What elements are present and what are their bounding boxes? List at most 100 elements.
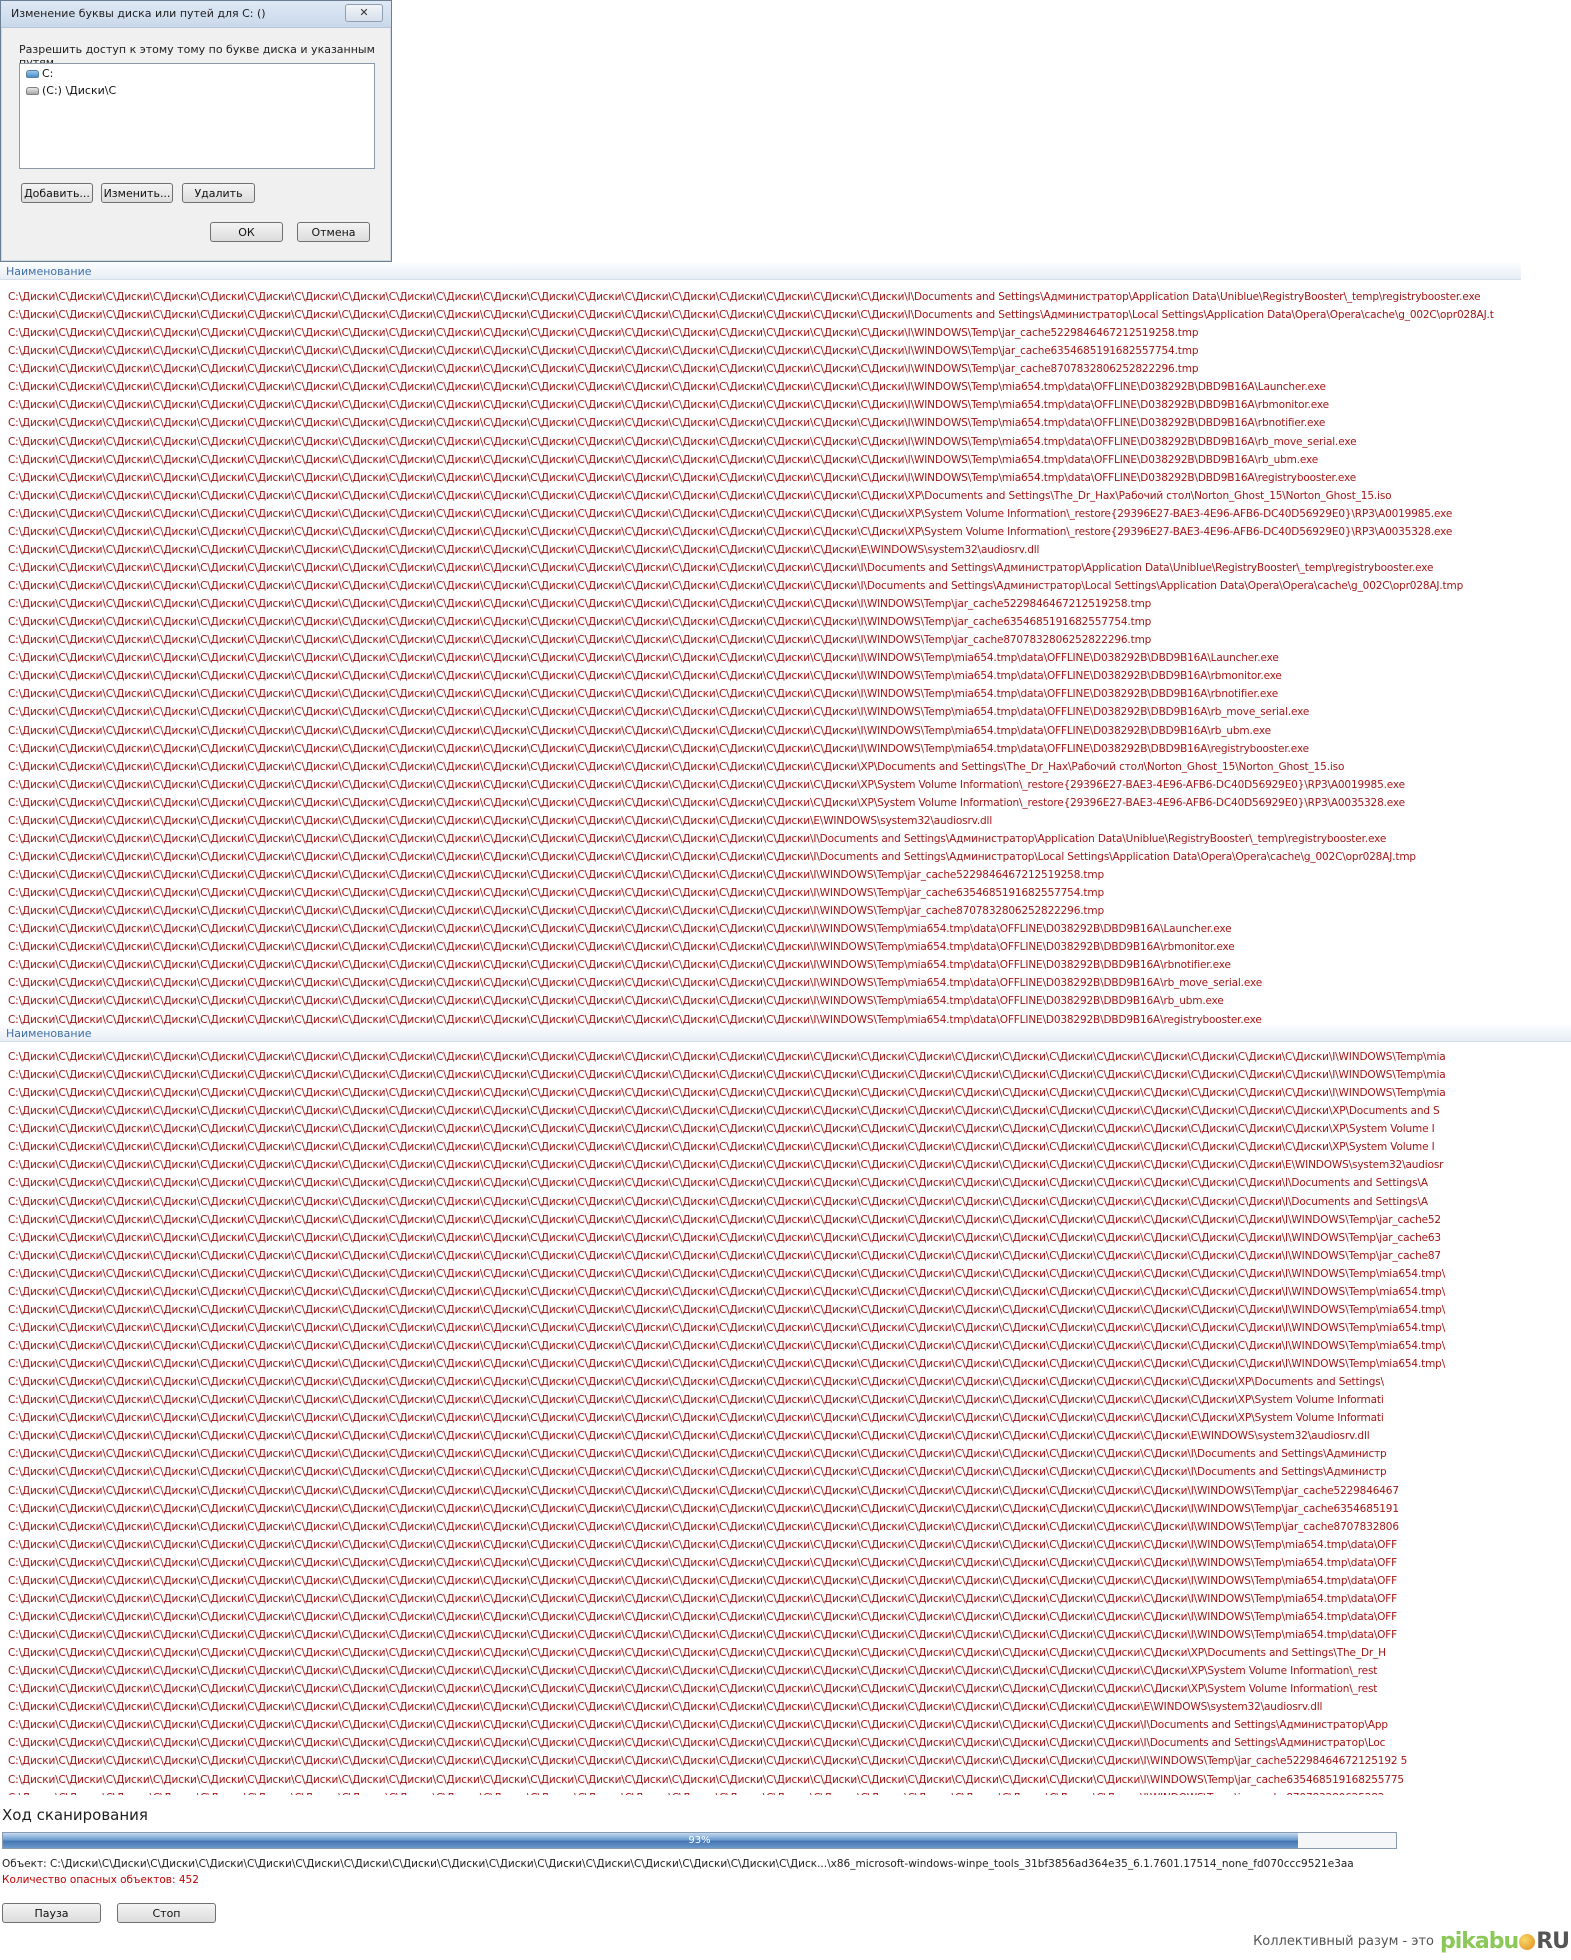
list-item[interactable]: C:\Диски\С\Диски\С\Диски\С\Диски\С\Диски…	[0, 703, 1571, 721]
list-item[interactable]: C:\Диски\С\Диски\С\Диски\С\Диски\С\Диски…	[0, 631, 1571, 649]
list-item[interactable]: C:\Диски\С\Диски\С\Диски\С\Диски\С\Диски…	[0, 1427, 1571, 1445]
list-item[interactable]: C:\Диски\С\Диски\С\Диски\С\Диски\С\Диски…	[0, 505, 1571, 523]
list-item[interactable]: C:\Диски\С\Диски\С\Диски\С\Диски\С\Диски…	[0, 685, 1571, 703]
list-item[interactable]: C:\Диски\С\Диски\С\Диски\С\Диски\С\Диски…	[0, 1120, 1571, 1138]
list-item[interactable]: C:\Диски\С\Диски\С\Диски\С\Диски\С\Диски…	[0, 1662, 1571, 1680]
list-item[interactable]: C:\Диски\С\Диски\С\Диски\С\Диски\С\Диски…	[0, 559, 1571, 577]
list-item[interactable]: C:\Диски\С\Диски\С\Диски\С\Диски\С\Диски…	[0, 1698, 1571, 1716]
list-item[interactable]: C:\Диски\С\Диски\С\Диски\С\Диски\С\Диски…	[0, 722, 1571, 740]
list-item[interactable]: C:\Диски\С\Диски\С\Диски\С\Диски\С\Диски…	[0, 740, 1571, 758]
list-item[interactable]: C:\Диски\С\Диски\С\Диски\С\Диски\С\Диски…	[0, 1066, 1571, 1084]
path-item[interactable]: C:	[20, 66, 374, 81]
list-item[interactable]: C:\Диски\С\Диски\С\Диски\С\Диски\С\Диски…	[0, 541, 1571, 559]
list-item[interactable]: C:\Диски\С\Диски\С\Диски\С\Диски\С\Диски…	[0, 1247, 1571, 1265]
list-item[interactable]: C:\Диски\С\Диски\С\Диски\С\Диски\С\Диски…	[0, 1138, 1571, 1156]
list-item[interactable]: C:\Диски\С\Диски\С\Диски\С\Диски\С\Диски…	[0, 342, 1571, 360]
list-item[interactable]: C:\Диски\С\Диски\С\Диски\С\Диски\С\Диски…	[0, 812, 1571, 830]
list-item[interactable]: C:\Диски\С\Диски\С\Диски\С\Диски\С\Диски…	[0, 848, 1571, 866]
stop-button[interactable]: Стоп	[117, 1903, 216, 1923]
logo-dot-icon	[1519, 1934, 1536, 1950]
list-item[interactable]: C:\Диски\С\Диски\С\Диски\С\Диски\С\Диски…	[0, 902, 1571, 920]
list-item[interactable]: C:\Диски\С\Диски\С\Диски\С\Диски\С\Диски…	[0, 487, 1571, 505]
list-item[interactable]: C:\Диски\С\Диски\С\Диски\С\Диски\С\Диски…	[0, 830, 1571, 848]
list-item[interactable]: C:\Диски\С\Диски\С\Диски\С\Диски\С\Диски…	[0, 1102, 1571, 1120]
list-item[interactable]: C:\Диски\С\Диски\С\Диски\С\Диски\С\Диски…	[0, 1608, 1571, 1626]
list-item[interactable]: C:\Диски\С\Диски\С\Диски\С\Диски\С\Диски…	[0, 1572, 1571, 1590]
list-item[interactable]: C:\Диски\С\Диски\С\Диски\С\Диски\С\Диски…	[0, 1554, 1571, 1572]
close-button[interactable]: ✕	[345, 4, 383, 22]
list-item[interactable]: C:\Диски\С\Диски\С\Диски\С\Диски\С\Диски…	[0, 469, 1571, 487]
list-item[interactable]: C:\Диски\С\Диски\С\Диски\С\Диски\С\Диски…	[0, 414, 1571, 432]
list-item[interactable]: C:\Диски\С\Диски\С\Диски\С\Диски\С\Диски…	[0, 1373, 1571, 1391]
list-item[interactable]: C:\Диски\С\Диски\С\Диски\С\Диски\С\Диски…	[0, 920, 1571, 938]
list-item[interactable]: C:\Диски\С\Диски\С\Диски\С\Диски\С\Диски…	[0, 1048, 1571, 1066]
list-item[interactable]: C:\Диски\С\Диски\С\Диски\С\Диски\С\Диски…	[0, 1644, 1571, 1662]
list-item[interactable]: C:\Диски\С\Диски\С\Диски\С\Диски\С\Диски…	[0, 1518, 1571, 1536]
list-item[interactable]: C:\Диски\С\Диски\С\Диски\С\Диски\С\Диски…	[0, 1283, 1571, 1301]
list-item[interactable]: C:\Диски\С\Диски\С\Диски\С\Диски\С\Диски…	[0, 776, 1571, 794]
cancel-button[interactable]: Отмена	[297, 222, 370, 242]
list-item[interactable]: C:\Диски\С\Диски\С\Диски\С\Диски\С\Диски…	[0, 1301, 1571, 1319]
delete-button[interactable]: Удалить	[182, 183, 255, 203]
list-item[interactable]: C:\Диски\С\Диски\С\Диски\С\Диски\С\Диски…	[0, 378, 1571, 396]
list-item[interactable]: C:\Диски\С\Диски\С\Диски\С\Диски\С\Диски…	[0, 1156, 1571, 1174]
list-item[interactable]: C:\Диски\С\Диски\С\Диски\С\Диски\С\Диски…	[0, 1229, 1571, 1247]
dialog-titlebar[interactable]: Изменение буквы диска или путей для C: (…	[1, 1, 391, 28]
list-item[interactable]: C:\Диски\С\Диски\С\Диски\С\Диски\С\Диски…	[0, 1193, 1571, 1211]
list-item[interactable]: C:\Диски\С\Диски\С\Диски\С\Диски\С\Диски…	[0, 794, 1571, 812]
ok-button[interactable]: ОК	[210, 222, 283, 242]
list-item[interactable]: C:\Диски\С\Диски\С\Диски\С\Диски\С\Диски…	[0, 1536, 1571, 1554]
column-header-name[interactable]: Наименование	[0, 263, 1521, 280]
add-button[interactable]: Добавить...	[21, 183, 93, 203]
list-item[interactable]: C:\Диски\С\Диски\С\Диски\С\Диски\С\Диски…	[0, 974, 1571, 992]
list-item[interactable]: C:\Диски\С\Диски\С\Диски\С\Диски\С\Диски…	[0, 1409, 1571, 1427]
change-button[interactable]: Изменить...	[101, 183, 173, 203]
list-item[interactable]: C:\Диски\С\Диски\С\Диски\С\Диски\С\Диски…	[0, 451, 1571, 469]
list-item[interactable]: C:\Диски\С\Диски\С\Диски\С\Диски\С\Диски…	[0, 1680, 1571, 1698]
list-item[interactable]: C:\Диски\С\Диски\С\Диски\С\Диски\С\Диски…	[0, 1337, 1571, 1355]
column-header-name[interactable]: Наименование	[0, 1025, 1571, 1042]
list-item[interactable]: C:\Диски\С\Диски\С\Диски\С\Диски\С\Диски…	[0, 577, 1571, 595]
list-item[interactable]: C:\Диски\С\Диски\С\Диски\С\Диски\С\Диски…	[0, 396, 1571, 414]
list-item[interactable]: C:\Диски\С\Диски\С\Диски\С\Диски\С\Диски…	[0, 288, 1571, 306]
list-item[interactable]: C:\Диски\С\Диски\С\Диски\С\Диски\С\Диски…	[0, 1771, 1571, 1789]
list-item[interactable]: C:\Диски\С\Диски\С\Диски\С\Диски\С\Диски…	[0, 1482, 1571, 1500]
list-item[interactable]: C:\Диски\С\Диски\С\Диски\С\Диски\С\Диски…	[0, 1174, 1571, 1192]
list-item[interactable]: C:\Диски\С\Диски\С\Диски\С\Диски\С\Диски…	[0, 1500, 1571, 1518]
path-item[interactable]: (C:) \Диски\С	[20, 83, 374, 98]
list-item[interactable]: C:\Диски\С\Диски\С\Диски\С\Диски\С\Диски…	[0, 992, 1571, 1010]
list-item[interactable]: C:\Диски\С\Диски\С\Диски\С\Диски\С\Диски…	[0, 758, 1571, 776]
list-item[interactable]: C:\Диски\С\Диски\С\Диски\С\Диски\С\Диски…	[0, 649, 1571, 667]
list-item[interactable]: C:\Диски\С\Диски\С\Диски\С\Диски\С\Диски…	[0, 1590, 1571, 1608]
list-item[interactable]: C:\Диски\С\Диски\С\Диски\С\Диски\С\Диски…	[0, 1211, 1571, 1229]
list-item[interactable]: C:\Диски\С\Диски\С\Диски\С\Диски\С\Диски…	[0, 1265, 1571, 1283]
pause-button[interactable]: Пауза	[2, 1903, 101, 1923]
list-item[interactable]: C:\Диски\С\Диски\С\Диски\С\Диски\С\Диски…	[0, 1391, 1571, 1409]
list-item[interactable]: C:\Диски\С\Диски\С\Диски\С\Диски\С\Диски…	[0, 1355, 1571, 1373]
list-item[interactable]: C:\Диски\С\Диски\С\Диски\С\Диски\С\Диски…	[0, 306, 1571, 324]
list-item[interactable]: C:\Диски\С\Диски\С\Диски\С\Диски\С\Диски…	[0, 1463, 1571, 1481]
list-item[interactable]: C:\Диски\С\Диски\С\Диски\С\Диски\С\Диски…	[0, 866, 1571, 884]
list-item[interactable]: C:\Диски\С\Диски\С\Диски\С\Диски\С\Диски…	[0, 360, 1571, 378]
list-item[interactable]: C:\Диски\С\Диски\С\Диски\С\Диски\С\Диски…	[0, 523, 1571, 541]
list-item[interactable]: C:\Диски\С\Диски\С\Диски\С\Диски\С\Диски…	[0, 1445, 1571, 1463]
list-item[interactable]: C:\Диски\С\Диски\С\Диски\С\Диски\С\Диски…	[0, 1752, 1571, 1770]
list-item[interactable]: C:\Диски\С\Диски\С\Диски\С\Диски\С\Диски…	[0, 1011, 1571, 1026]
list-item[interactable]: C:\Диски\С\Диски\С\Диски\С\Диски\С\Диски…	[0, 1626, 1571, 1644]
list-item[interactable]: C:\Диски\С\Диски\С\Диски\С\Диски\С\Диски…	[0, 613, 1571, 631]
results-list[interactable]: C:\Диски\С\Диски\С\Диски\С\Диски\С\Диски…	[0, 288, 1571, 1025]
list-item[interactable]: C:\Диски\С\Диски\С\Диски\С\Диски\С\Диски…	[0, 1716, 1571, 1734]
list-item[interactable]: C:\Диски\С\Диски\С\Диски\С\Диски\С\Диски…	[0, 884, 1571, 902]
path-listbox[interactable]: C: (C:) \Диски\С	[19, 63, 375, 169]
list-item[interactable]: C:\Диски\С\Диски\С\Диски\С\Диски\С\Диски…	[0, 938, 1571, 956]
list-item[interactable]: C:\Диски\С\Диски\С\Диски\С\Диски\С\Диски…	[0, 1319, 1571, 1337]
list-item[interactable]: C:\Диски\С\Диски\С\Диски\С\Диски\С\Диски…	[0, 1734, 1571, 1752]
list-item[interactable]: C:\Диски\С\Диски\С\Диски\С\Диски\С\Диски…	[0, 1789, 1571, 1795]
list-item[interactable]: C:\Диски\С\Диски\С\Диски\С\Диски\С\Диски…	[0, 956, 1571, 974]
results-list[interactable]: C:\Диски\С\Диски\С\Диски\С\Диски\С\Диски…	[0, 1048, 1571, 1795]
list-item[interactable]: C:\Диски\С\Диски\С\Диски\С\Диски\С\Диски…	[0, 1084, 1571, 1102]
list-item[interactable]: C:\Диски\С\Диски\С\Диски\С\Диски\С\Диски…	[0, 595, 1571, 613]
list-item[interactable]: C:\Диски\С\Диски\С\Диски\С\Диски\С\Диски…	[0, 324, 1571, 342]
list-item[interactable]: C:\Диски\С\Диски\С\Диски\С\Диски\С\Диски…	[0, 433, 1571, 451]
list-item[interactable]: C:\Диски\С\Диски\С\Диски\С\Диски\С\Диски…	[0, 667, 1571, 685]
